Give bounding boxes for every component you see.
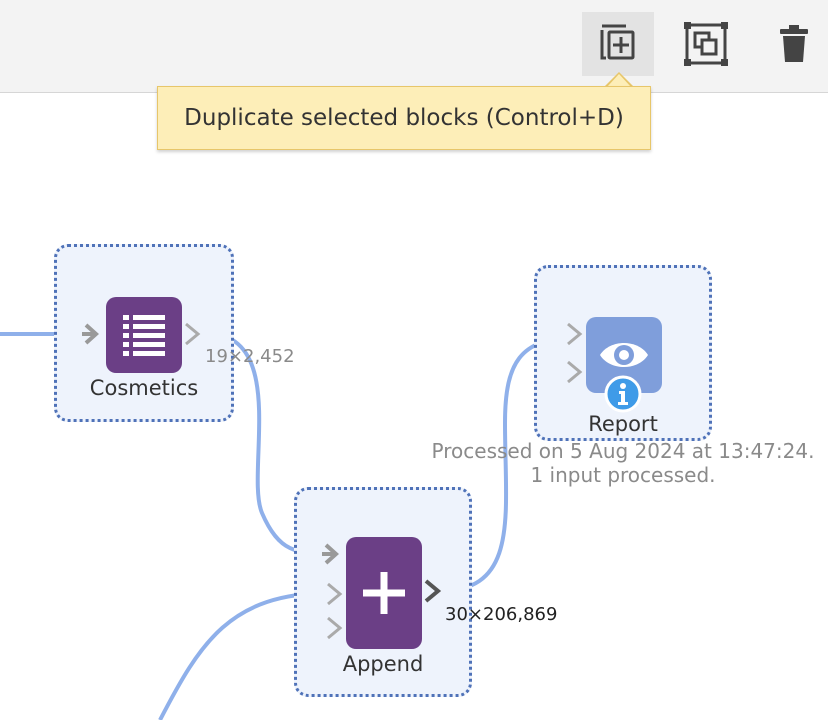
trash-icon	[780, 25, 808, 62]
group-icon	[684, 22, 728, 66]
info-icon[interactable]	[604, 375, 642, 413]
append-label: Append	[342, 652, 424, 676]
report-label: Report	[588, 412, 658, 436]
cosmetics-output-port[interactable]	[182, 321, 204, 347]
plus-icon	[363, 572, 405, 614]
append-node[interactable]	[346, 537, 422, 649]
report-input-port-2[interactable]	[562, 359, 588, 385]
duplicate-button[interactable]	[582, 12, 654, 76]
duplicate-icon	[600, 24, 635, 60]
cosmetics-node[interactable]	[106, 297, 182, 373]
cosmetics-output-size: 19×2,452	[205, 346, 295, 367]
append-input-port-3[interactable]	[322, 615, 348, 641]
cosmetics-label: Cosmetics	[89, 376, 199, 400]
table-list-icon	[123, 315, 165, 356]
append-output-size: 30×206,869	[445, 604, 558, 625]
delete-button[interactable]	[758, 12, 828, 76]
report-status-line1: Processed on 5 Aug 2024 at 13:47:24.	[431, 439, 815, 463]
toolbar	[0, 0, 828, 93]
append-output-port[interactable]	[422, 578, 444, 604]
report-status-line2: 1 input processed.	[530, 463, 716, 487]
append-input-port-1[interactable]	[322, 541, 348, 567]
append-input-port-2[interactable]	[322, 581, 348, 607]
eye-icon	[600, 343, 648, 367]
report-status: Processed on 5 Aug 2024 at 13:47:24. 1 i…	[432, 439, 815, 487]
report-input-port-1[interactable]	[562, 321, 588, 347]
group-button[interactable]	[670, 12, 742, 76]
workflow-canvas[interactable]: Cosmetics 19×2,452 Append 30×206,869 Rep…	[0, 93, 828, 720]
cosmetics-input-port[interactable]	[82, 321, 108, 347]
